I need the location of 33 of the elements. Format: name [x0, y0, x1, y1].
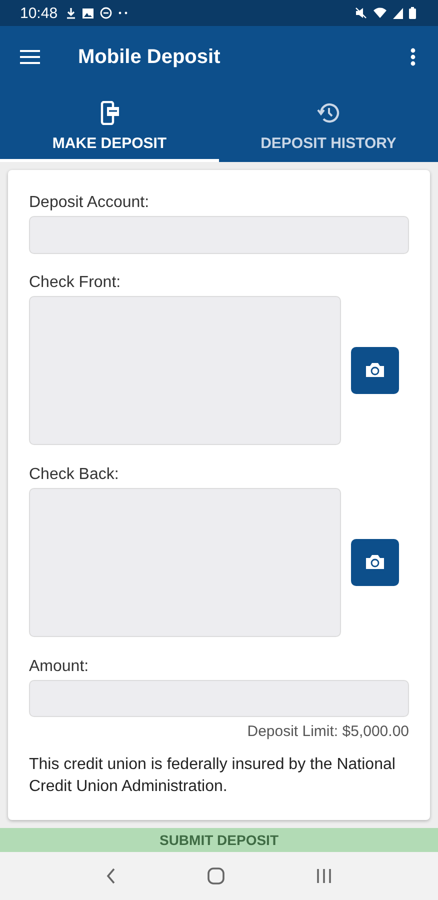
- camera-icon: [365, 554, 385, 570]
- home-icon[interactable]: [206, 867, 225, 885]
- app-title: Mobile Deposit: [78, 46, 220, 68]
- field-label: Amount:: [29, 658, 89, 676]
- check-image-area[interactable]: [29, 488, 341, 636]
- history-icon: [316, 101, 340, 125]
- more-dots-icon: [118, 11, 128, 15]
- phone-card-icon: [100, 101, 120, 125]
- input-field[interactable]: [29, 216, 409, 254]
- clock: 10:48: [20, 4, 58, 22]
- do-not-disturb-icon: [100, 7, 112, 19]
- mute-icon: [355, 7, 367, 19]
- download-icon: [66, 7, 76, 19]
- deposit-limit: Deposit Limit: $5,000.00: [247, 723, 409, 740]
- recent-apps-icon[interactable]: [316, 868, 332, 884]
- back-icon[interactable]: [106, 868, 116, 884]
- wifi-icon: [373, 7, 387, 19]
- camera-button[interactable]: [351, 538, 399, 586]
- more-vertical-icon[interactable]: [410, 48, 416, 66]
- image-icon: [82, 8, 94, 18]
- battery-icon: [409, 7, 416, 19]
- tab[interactable]: DEPOSIT HISTORY: [219, 88, 438, 162]
- input-field[interactable]: [29, 680, 409, 717]
- field-label: Check Front:: [29, 274, 121, 292]
- menu-icon[interactable]: [20, 50, 40, 64]
- insurance-notice: This credit union is federally insured by the National Credit Union Administration.: [29, 755, 396, 797]
- signal-icon: [393, 8, 403, 18]
- check-image-area[interactable]: [29, 296, 341, 444]
- field-label: Deposit Account:: [29, 194, 150, 212]
- field-label: Check Back:: [29, 466, 119, 484]
- camera-icon: [365, 362, 385, 378]
- tab[interactable]: MAKE DEPOSIT: [0, 88, 219, 162]
- camera-button[interactable]: [351, 346, 399, 394]
